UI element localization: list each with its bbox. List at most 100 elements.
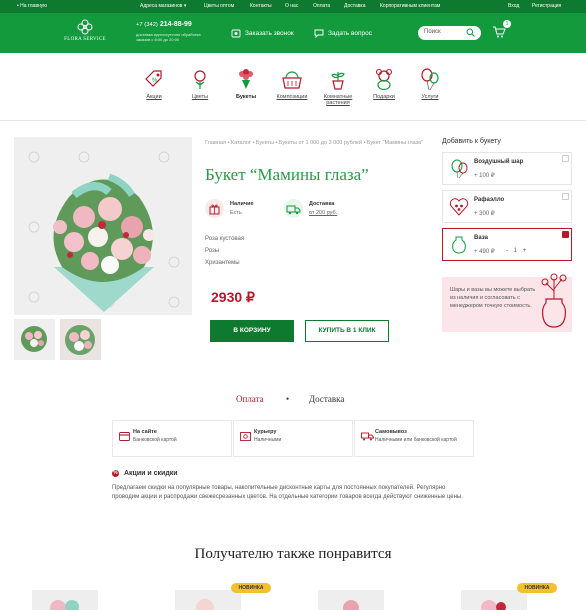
home-link[interactable]: • На главную: [17, 3, 47, 9]
register-link[interactable]: Регистрация: [532, 3, 561, 9]
breadcrumb[interactable]: Главная • Каталог • Букеты • Букеты от 1…: [205, 139, 430, 147]
cart-button[interactable]: 1: [492, 20, 511, 44]
plus-button[interactable]: +: [523, 248, 527, 254]
balloons-icon: [451, 159, 468, 179]
quantity-value: 1: [513, 248, 518, 254]
phone-number[interactable]: +7 (342) 214-88-99: [136, 21, 192, 28]
addon-checkbox[interactable]: [562, 231, 570, 244]
sale-text: Предлагаем скидки на популярные товары, …: [112, 485, 463, 500]
callback-button[interactable]: Заказать звонок: [231, 29, 294, 38]
thumbnail-image: [60, 319, 101, 360]
promo-text: Шары и вазы вы можете выбрать из наличия…: [450, 287, 536, 309]
category-sale[interactable]: % Акции: [132, 67, 176, 100]
flower-logo-icon: [77, 19, 93, 35]
product-main-image[interactable]: [14, 137, 192, 315]
phone-icon: [231, 29, 241, 38]
balloons-icon: [421, 68, 439, 91]
gift-icon: [205, 199, 224, 218]
recommended-product[interactable]: [175, 590, 241, 610]
payment-method-pickup: Самовывоз Наличными или банковской карто…: [354, 420, 474, 457]
composition-item: Хризантемы: [205, 260, 240, 266]
about-link[interactable]: О нас: [285, 3, 298, 9]
addon-checkbox[interactable]: [562, 193, 569, 200]
basket-icon: [282, 71, 302, 89]
card-icon: [119, 432, 130, 441]
add-to-cart-button[interactable]: В КОРЗИНУ: [210, 320, 294, 342]
recommended-product[interactable]: [461, 590, 527, 610]
truck-icon: [361, 432, 374, 441]
logo-text: FLORA SERVICE: [64, 37, 106, 42]
bouquet-photo: [14, 137, 192, 315]
payment-link[interactable]: Оплата: [313, 3, 330, 9]
payment-method-courier: Курьеру Наличными: [233, 420, 353, 457]
phone-note: доставка круглосуточно обработка заказов…: [136, 32, 201, 42]
tag-icon: %: [145, 70, 162, 87]
product-photo: [318, 590, 384, 610]
new-badge: НОВИНКА: [517, 583, 557, 593]
vase-icon: [452, 236, 466, 254]
ask-question-button[interactable]: Задать вопрос: [314, 29, 372, 38]
composition-item: Роза кустовая: [205, 236, 245, 242]
tab-separator: •: [286, 394, 290, 404]
candy-box-icon: [449, 198, 469, 216]
product-thumbnail[interactable]: [14, 319, 55, 360]
composition-item: Розы: [205, 248, 220, 254]
addons-promo: Шары и вазы вы можете выбрать из наличия…: [442, 273, 572, 332]
new-badge: НОВИНКА: [231, 583, 271, 593]
product-title: Букет “Мамины глаза”: [205, 165, 369, 184]
delivery-link[interactable]: Доставка: [344, 3, 365, 9]
page: { "topbar": { "home_link": "• На главную…: [0, 0, 586, 610]
bouquet-icon: [239, 69, 253, 89]
logo[interactable]: FLORA SERVICE: [60, 18, 110, 50]
category-compositions[interactable]: Композиции: [270, 67, 314, 100]
product-thumbnail[interactable]: [60, 319, 101, 360]
category-services[interactable]: Услуги: [408, 67, 452, 100]
category-flowers[interactable]: Цветы: [178, 67, 222, 100]
potted-plant-icon: [331, 72, 345, 90]
cart-count-badge: 1: [503, 20, 511, 28]
corporate-link[interactable]: Корпоративным клиентам: [380, 3, 440, 9]
thumbnail-image: [14, 319, 55, 360]
product-price: 2930 ₽: [211, 289, 255, 305]
cash-icon: [240, 432, 251, 441]
chevron-down-icon: ▾: [183, 3, 187, 9]
vase-bouquet-icon: [541, 273, 567, 328]
flower-icon: [194, 70, 206, 89]
header: FLORA SERVICE +7 (342) 214-88-99 доставк…: [0, 13, 586, 53]
minus-button[interactable]: -: [506, 248, 508, 254]
addons-title: Добавить к букету: [442, 138, 501, 145]
recommended-product[interactable]: [318, 590, 384, 610]
search-icon[interactable]: [466, 28, 475, 37]
product-photo: [175, 590, 241, 610]
checkmark-icon: [563, 239, 570, 244]
payment-method-online: На сайте Банковской картой: [112, 420, 232, 457]
sale-heading: % Акции и скидки: [112, 470, 178, 477]
search-input[interactable]: Поиск: [418, 26, 481, 40]
product-photo: [461, 590, 527, 610]
addon-raffaello[interactable]: Рафаэлло + 300 ₽: [442, 190, 572, 223]
contacts-link[interactable]: Контакты: [250, 3, 272, 9]
one-click-buy-button[interactable]: КУПИТЬ В 1 КЛИК: [305, 320, 389, 342]
tab-delivery[interactable]: Доставка: [309, 394, 344, 404]
svg-text:%: %: [152, 78, 158, 84]
chat-bubble-icon: [314, 29, 324, 38]
category-bouquets[interactable]: Букеты: [224, 67, 268, 100]
recommendations-title: Получателю также понравится: [194, 546, 392, 562]
delivery-truck-icon: [284, 199, 303, 218]
wholesale-link[interactable]: Цветы оптом: [204, 3, 234, 9]
percent-icon: %: [112, 470, 119, 477]
category-plants[interactable]: Комнатные растения: [316, 67, 360, 106]
teddy-bear-icon: [375, 68, 393, 91]
quantity-stepper[interactable]: - 1 +: [506, 248, 526, 254]
recommended-product[interactable]: [32, 590, 98, 610]
product-photo: [32, 590, 98, 610]
category-nav: % Акции Цветы Букеты Композиции Комнатны…: [0, 53, 586, 121]
tab-payment[interactable]: Оплата: [236, 394, 264, 404]
addon-balloon[interactable]: Воздушный шар + 100 ₽: [442, 152, 572, 185]
addon-vase[interactable]: Ваза + 490 ₽ - 1 +: [442, 228, 572, 261]
top-bar: • На главную Адреса магазинов ▾ Цветы оп…: [0, 0, 586, 13]
category-gifts[interactable]: Подарки: [362, 67, 406, 100]
login-link[interactable]: Вход: [508, 3, 519, 9]
stores-dropdown[interactable]: Адреса магазинов ▾: [140, 3, 186, 9]
addon-checkbox[interactable]: [562, 155, 569, 162]
